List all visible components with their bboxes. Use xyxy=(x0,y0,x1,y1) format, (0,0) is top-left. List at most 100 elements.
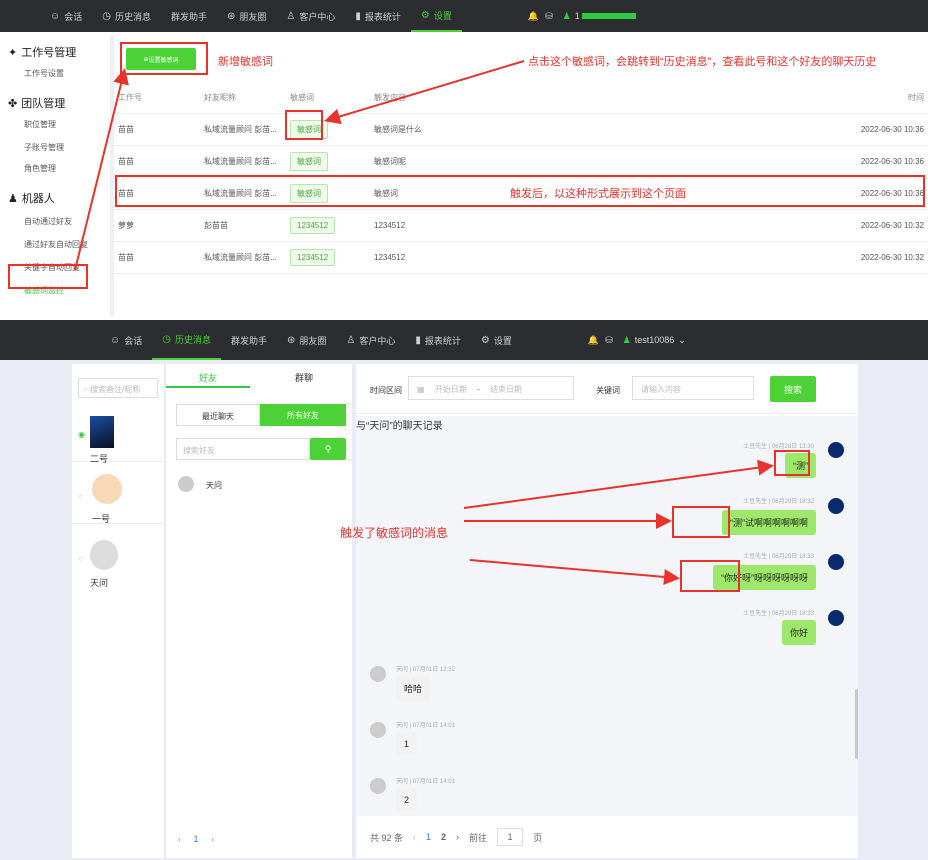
top-nav-bar-2: ☺ 会话 ◷ 历史消息 群发助手 ⊛ 朋友圈 ♙ 客户中心 ▮ 报表统计 ⚙ 设置 🔔 ⛁ … xyxy=(0,320,928,360)
page-2[interactable]: 2 xyxy=(441,832,446,842)
avatar xyxy=(370,666,386,682)
radio-icon[interactable]: ○ xyxy=(78,554,83,563)
account-search-input[interactable]: ○ 搜索备注/昵称 xyxy=(78,378,158,398)
nav-reports[interactable]: ▮ 报表统计 xyxy=(345,0,411,32)
annotation-box-sidebar xyxy=(8,264,88,289)
message-meta: 土豆先生 | 06月29日 18:32 xyxy=(743,499,814,505)
tab-friends[interactable]: 好友 xyxy=(166,364,250,388)
nav-history[interactable]: ◷ 历史消息 xyxy=(152,320,221,360)
avatar xyxy=(178,476,194,492)
sidebar-item-roles[interactable]: 角色管理 xyxy=(24,163,110,174)
chat-icon: ☺ xyxy=(50,10,61,22)
bell-icon[interactable]: 🔔 xyxy=(588,335,599,346)
tab-groups[interactable]: 群聊 xyxy=(256,364,352,388)
avatar xyxy=(828,442,844,458)
chat-title: 与“天问”的聊天记录 xyxy=(356,421,443,432)
user-icon: ♟ xyxy=(622,334,631,345)
table-row: 萝萝 彭苗苗 1234512 1234512 2022-06-30 10:32 xyxy=(114,210,928,242)
user-icon: ♙ xyxy=(286,10,296,22)
annotation-box-msg1 xyxy=(774,450,810,476)
bar-chart-icon: ▮ xyxy=(415,334,421,346)
chevron-left-icon[interactable]: ‹ xyxy=(178,834,181,844)
nav-customers[interactable]: ♙ 客户中心 xyxy=(336,320,405,360)
user-icon: ♟ xyxy=(562,10,571,21)
sidebar-group-workno: ✦ 工作号管理 xyxy=(8,46,77,60)
date-range-input[interactable]: ▦ 开始日期 - 结束日期 xyxy=(408,376,574,400)
annotation-trigger: 触发后，以这种形式展示到这个页面 xyxy=(510,188,686,200)
avatar xyxy=(92,474,122,504)
user-bar xyxy=(581,13,636,19)
nav-history[interactable]: ◷ 历史消息 xyxy=(92,0,161,32)
toggle-recent[interactable]: 最近聊天 xyxy=(176,404,260,426)
nav-broadcast[interactable]: 群发助手 xyxy=(221,320,277,360)
page-1[interactable]: 1 xyxy=(194,834,199,844)
nav-broadcast[interactable]: 群发助手 xyxy=(161,0,217,32)
nav-chat[interactable]: ☺ 会话 xyxy=(100,320,152,360)
sidebar-item-subaccounts[interactable]: 子账号管理 xyxy=(24,142,110,153)
table-row: 苗苗 私域流量顾问 彭苗... 敏感词 敏感词呢 2022-06-30 10:3… xyxy=(114,146,928,178)
top-nav-bar-1: ☺ 会话 ◷ 历史消息 群发助手 ⊛ 朋友圈 ♙ 客户中心 ▮ 报表统计 ⚙ 设置 🔔 ⛁ … xyxy=(0,0,928,32)
wechat-icon: ✦ xyxy=(8,46,18,59)
nav-settings[interactable]: ⚙ 设置 xyxy=(410,0,462,32)
friend-search-input[interactable]: 搜索好友 xyxy=(176,438,310,460)
clock-icon: ◷ xyxy=(102,10,111,22)
sensitive-word-tag[interactable]: 敏感词 xyxy=(290,152,328,171)
bell-icon[interactable]: 🔔 xyxy=(528,11,539,22)
sensitive-word-tag[interactable]: 1234512 xyxy=(290,249,336,266)
nav-reports[interactable]: ▮ 报表统计 xyxy=(405,320,471,360)
avatar xyxy=(90,540,118,570)
chat-message: “测”试啊啊啊啊啊啊 xyxy=(722,510,816,535)
search-button[interactable]: 搜索 xyxy=(770,376,816,402)
chevron-left-icon[interactable]: ‹ xyxy=(413,832,416,842)
nav-customers[interactable]: ♙ 客户中心 xyxy=(276,0,345,32)
chevron-down-icon[interactable]: ⌄ xyxy=(678,335,686,346)
sensitive-word-tag[interactable]: 1234512 xyxy=(290,217,336,234)
user-icon: ♙ xyxy=(346,334,356,346)
message-meta: 天问 | 07月01日 12:32 xyxy=(396,667,455,673)
sidebar-item-positions[interactable]: 职位管理 xyxy=(24,119,110,130)
database-icon[interactable]: ⛁ xyxy=(545,11,553,22)
keyword-input[interactable]: 请输入内容 xyxy=(632,376,754,400)
clock-icon: ◷ xyxy=(162,333,171,345)
message-meta: 土豆先生 | 06月29日 18:33 xyxy=(743,611,814,617)
sidebar-item-workno-settings[interactable]: 工作号设置 xyxy=(24,68,110,79)
history-pager: 共 92 条 ‹ 1 2 › 前往 1 页 xyxy=(370,828,542,846)
bar-chart-icon: ▮ xyxy=(355,10,361,22)
page-1[interactable]: 1 xyxy=(426,832,431,842)
annotation-box-msg2 xyxy=(672,506,730,538)
friend-search-button[interactable]: ⚲ xyxy=(310,438,346,460)
radio-checked-icon[interactable]: ◉ xyxy=(78,430,85,439)
current-user[interactable]: test10086 xyxy=(635,335,675,345)
account-item[interactable]: ◉ 二号 xyxy=(72,410,164,464)
account-item[interactable]: ○ 一号 xyxy=(72,468,164,524)
sidebar-item-auto-reply[interactable]: 通过好友自动回复 xyxy=(24,239,110,250)
nav-settings[interactable]: ⚙ 设置 xyxy=(471,320,522,360)
sidebar-item-auto-accept[interactable]: 自动通过好友 xyxy=(24,216,110,227)
chat-history: 时间区间 ▦ 开始日期 - 结束日期 关键词 请输入内容 搜索 与“天问”的聊天… xyxy=(356,364,858,858)
radio-icon[interactable]: ○ xyxy=(78,492,83,501)
avatar xyxy=(828,610,844,626)
friend-item[interactable]: 天问 xyxy=(176,474,346,496)
calendar-icon: ▦ xyxy=(417,385,425,394)
chevron-right-icon[interactable]: › xyxy=(456,832,459,842)
table-row: 苗苗 私域流量顾问 彭苗... 敏感词 敏感词是什么 2022-06-30 10… xyxy=(114,114,928,146)
message-meta: 土豆先生 | 06月28日 13:30 xyxy=(743,444,814,450)
scrollbar[interactable] xyxy=(855,689,858,759)
avatar xyxy=(828,554,844,570)
annotation-click-tag: 点击这个敏感词，会跳转到“历史消息”，查看此号和这个好友的聊天历史 xyxy=(528,56,877,68)
gear-icon: ⚙ xyxy=(420,9,430,21)
annotation-box-add-button xyxy=(120,42,208,75)
nav-moments[interactable]: ⊛ 朋友圈 xyxy=(277,320,336,360)
chevron-right-icon[interactable]: › xyxy=(211,834,214,844)
annotation-add-sensitive-word: 新增敏感词 xyxy=(218,56,273,68)
nav-moments[interactable]: ⊛ 朋友圈 xyxy=(217,0,276,32)
toggle-all-friends[interactable]: 所有好友 xyxy=(260,404,346,426)
page-input[interactable]: 1 xyxy=(497,828,524,846)
avatar xyxy=(370,778,386,794)
current-user[interactable]: 1 xyxy=(575,11,580,21)
database-icon[interactable]: ⛁ xyxy=(605,335,613,346)
account-item[interactable]: ○ 天问 xyxy=(72,530,164,588)
search-icon: ○ xyxy=(83,385,88,394)
nav-chat[interactable]: ☺ 会话 xyxy=(40,0,92,32)
avatar xyxy=(90,416,114,448)
